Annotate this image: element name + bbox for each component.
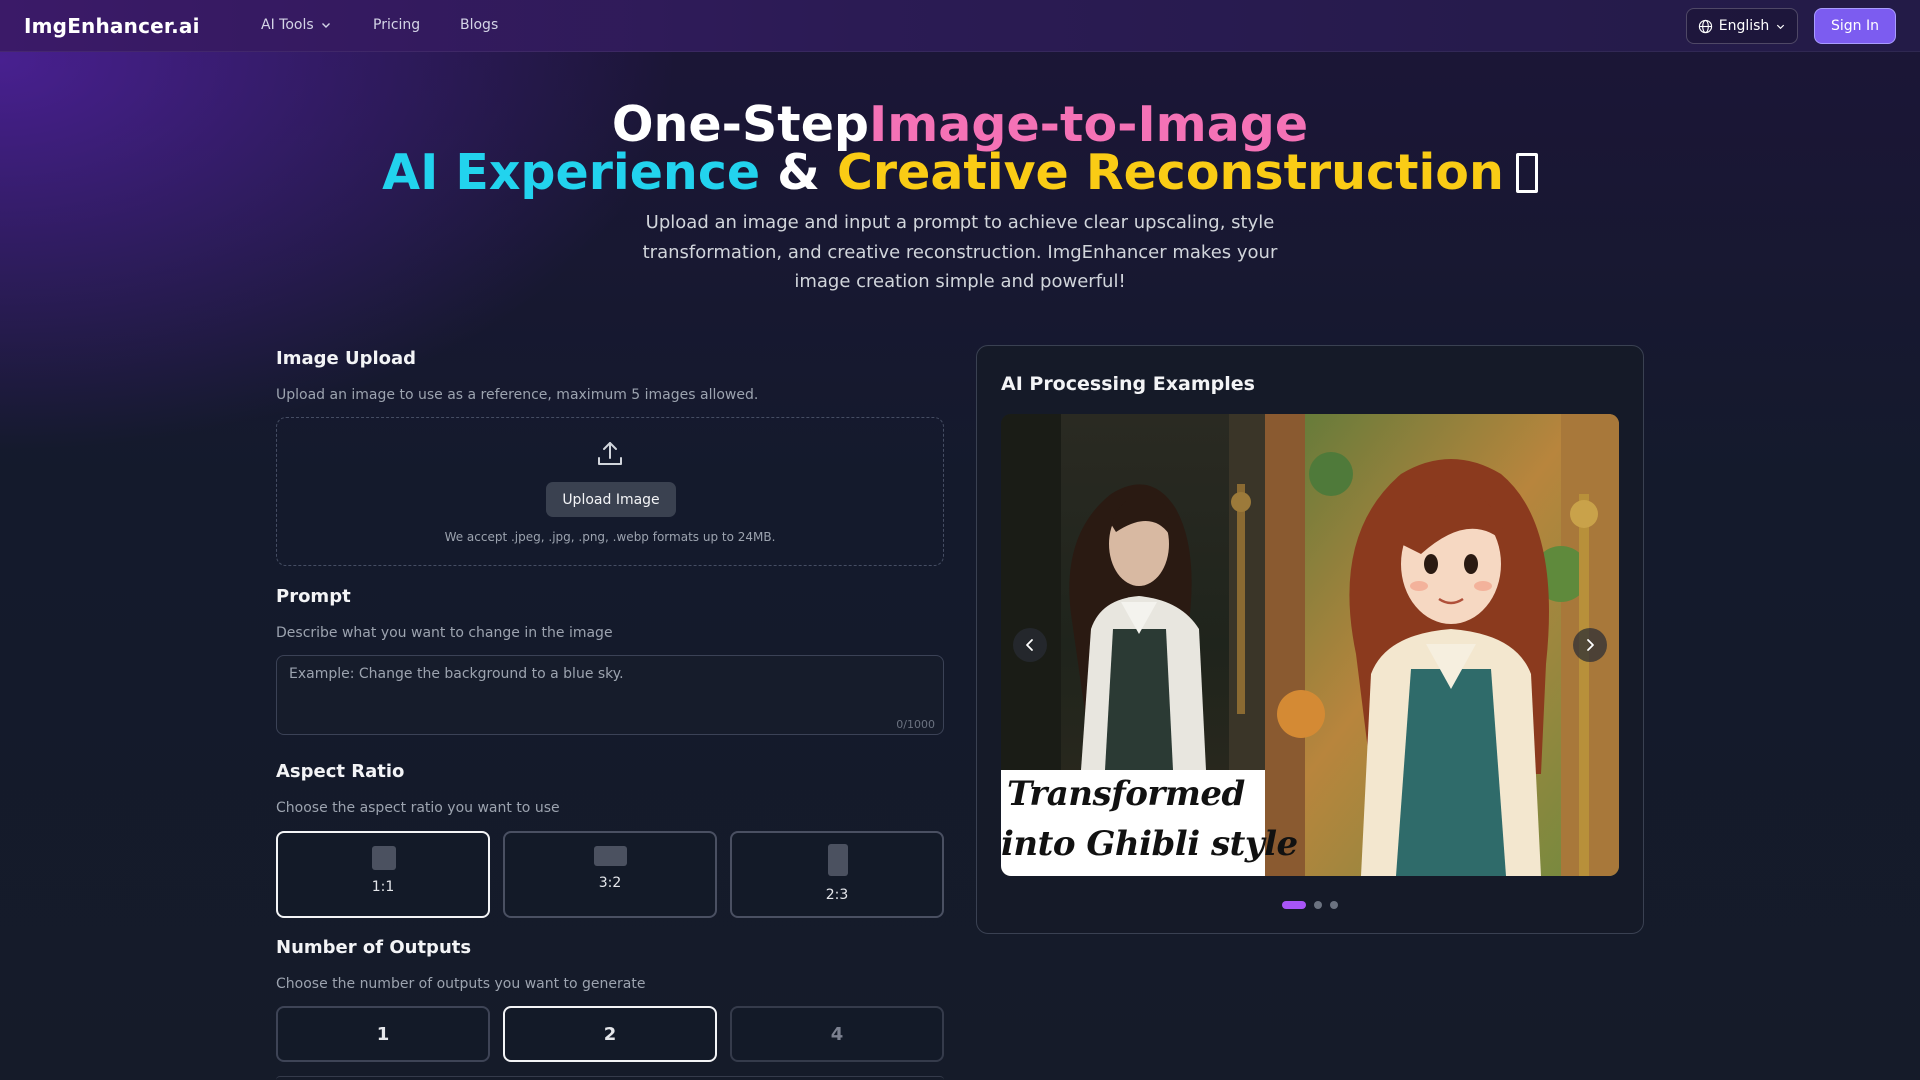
outputs-description: Choose the number of outputs you want to… xyxy=(276,976,646,992)
missing-glyph-icon xyxy=(1515,153,1538,193)
chevron-down-icon xyxy=(1777,24,1785,29)
aspect-ratio-label: 3:2 xyxy=(598,875,622,891)
sign-in-button[interactable]: Sign In xyxy=(1814,8,1896,44)
top-navbar: ImgEnhancer.ai AI Tools Pricing Blogs En… xyxy=(0,0,1920,52)
aspect-ratio-title: Aspect Ratio xyxy=(276,761,405,782)
aspect-ratio-label: 1:1 xyxy=(371,879,395,895)
brand-logo[interactable]: ImgEnhancer.ai xyxy=(24,14,200,38)
example-caption-line-2: into Ghibli style xyxy=(1001,824,1298,864)
carousel-dot-1[interactable] xyxy=(1282,901,1306,909)
prompt-char-counter: 0/1000 xyxy=(896,718,935,731)
aspect-ratio-label: 2:3 xyxy=(825,887,849,903)
hero-title-part: AI Experience xyxy=(382,144,761,201)
examples-title: AI Processing Examples xyxy=(1001,373,1255,395)
output-count-option-2[interactable]: 2 xyxy=(503,1006,717,1062)
chevron-right-icon xyxy=(1587,639,1594,651)
carousel-dot-3[interactable] xyxy=(1330,901,1338,909)
upload-format-note: We accept .jpeg, .jpg, .png, .webp forma… xyxy=(444,530,776,544)
prompt-section-description: Describe what you want to change in the … xyxy=(276,625,613,641)
upload-section-description: Upload an image to use as a reference, m… xyxy=(276,387,759,403)
chevron-down-icon xyxy=(321,23,330,28)
output-count-option-1[interactable]: 1 xyxy=(276,1006,490,1062)
hero-title-part: & xyxy=(777,144,820,201)
aspect-ratio-description: Choose the aspect ratio you want to use xyxy=(276,800,560,816)
prompt-section-title: Prompt xyxy=(276,586,351,607)
next-section-edge xyxy=(276,1076,944,1080)
square-shape-icon xyxy=(372,846,396,870)
nav-ai-tools-label: AI Tools xyxy=(261,17,314,33)
prompt-input[interactable] xyxy=(277,656,943,734)
globe-icon xyxy=(1698,19,1712,33)
carousel-dots xyxy=(977,901,1643,909)
output-count-option-4[interactable]: 4 xyxy=(730,1006,944,1062)
example-caption-box: Transformed into Ghibli style xyxy=(1001,770,1298,876)
aspect-ratio-option-3-2[interactable]: 3:2 xyxy=(503,831,717,918)
example-caption-line-1: Transformed xyxy=(1007,774,1245,814)
chevron-left-icon xyxy=(1026,639,1033,651)
prompt-field-container: 0/1000 xyxy=(276,655,944,735)
hero-title-part: Creative Reconstruction xyxy=(836,144,1504,201)
aspect-ratio-option-1-1[interactable]: 1:1 xyxy=(276,831,490,918)
upload-image-button[interactable]: Upload Image xyxy=(546,482,676,517)
example-comparison-image: Transformed into Ghibli style xyxy=(1001,414,1619,876)
landscape-shape-icon xyxy=(594,846,627,866)
upload-section-title: Image Upload xyxy=(276,348,417,369)
nav-blogs[interactable]: Blogs xyxy=(460,17,498,33)
carousel-dot-2[interactable] xyxy=(1314,901,1322,909)
aspect-ratio-option-2-3[interactable]: 2:3 xyxy=(730,831,944,918)
outputs-title: Number of Outputs xyxy=(276,937,472,958)
upload-dropzone[interactable]: Upload Image We accept .jpeg, .jpg, .png… xyxy=(276,417,944,566)
carousel-next-button[interactable] xyxy=(1573,628,1607,662)
hero-title-line-2: AI Experience & Creative Reconstruction xyxy=(0,145,1920,201)
language-label: English xyxy=(1718,18,1770,34)
examples-panel: AI Processing Examples Transformed into … xyxy=(976,345,1644,934)
upload-icon xyxy=(598,442,622,465)
hero-subtitle: Upload an image and input a prompt to ac… xyxy=(642,212,1278,292)
carousel-prev-button[interactable] xyxy=(1013,628,1047,662)
portrait-shape-icon xyxy=(828,844,848,876)
language-selector[interactable]: English xyxy=(1686,8,1798,44)
nav-ai-tools[interactable]: AI Tools xyxy=(261,17,332,33)
nav-pricing[interactable]: Pricing xyxy=(373,17,420,33)
